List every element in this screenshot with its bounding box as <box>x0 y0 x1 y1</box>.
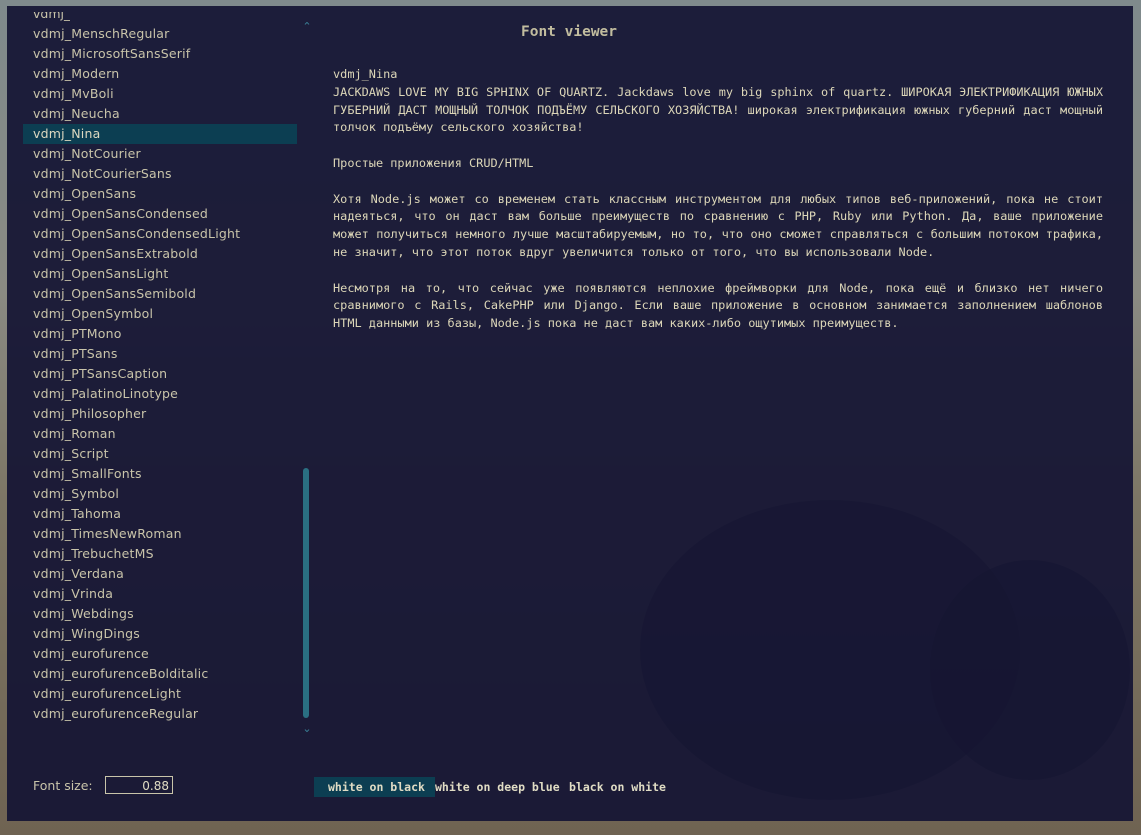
font-list-item[interactable]: vdmj_OpenSans <box>23 184 297 204</box>
font-list-item[interactable]: vdmj_TrebuchetMS <box>23 544 297 564</box>
font-list-item[interactable]: vdmj_PTSans <box>23 344 297 364</box>
font-list-item[interactable]: vdmj_PalatinoLinotype <box>23 384 297 404</box>
font-list-item[interactable]: vdmj_WingDings <box>23 624 297 644</box>
font-list-item[interactable]: vdmj_SmallFonts <box>23 464 297 484</box>
font-list-item[interactable]: vdmj_NotCourierSans <box>23 164 297 184</box>
preview-paragraph-1: Хотя Node.js может со временем стать кла… <box>333 191 1103 259</box>
font-list-item[interactable]: vdmj_eurofurenceBolditalic <box>23 664 297 684</box>
font-size-label: Font size: <box>33 778 93 793</box>
chevron-down-icon[interactable]: ⌄ <box>300 722 314 736</box>
font-list-item[interactable]: vdmj_Tahoma <box>23 504 297 524</box>
font-list-item[interactable]: vdmj_Roman <box>23 424 297 444</box>
font-list-item[interactable]: vdmj_OpenSansCondensedLight <box>23 224 297 244</box>
preview-pangram: JACKDAWS LOVE MY BIG SPHINX OF QUARTZ. J… <box>333 84 1103 135</box>
theme-white-on-black-button[interactable]: white on black <box>314 777 435 797</box>
theme-white-on-deep-blue-button[interactable]: white on deep blue <box>429 777 566 797</box>
font-list-item[interactable]: vdmj_OpenSansLight <box>23 264 297 284</box>
font-list-item[interactable]: vdmj_OpenSansSemibold <box>23 284 297 304</box>
font-list-item[interactable]: vdmj_TimesNewRoman <box>23 524 297 544</box>
page-title: Font viewer <box>520 24 618 40</box>
font-list-item[interactable]: vdmj_Symbol <box>23 484 297 504</box>
font-list-item[interactable]: vdmj_NotCourier <box>23 144 297 164</box>
font-list-item[interactable]: vdmj_Neucha <box>23 104 297 124</box>
preview-paragraph-2: Несмотря на то, что сейчас уже появляютс… <box>333 280 1103 331</box>
preview-heading: Простые приложения CRUD/HTML <box>333 155 534 170</box>
font-list-item[interactable]: vdmj_OpenSansExtrabold <box>23 244 297 264</box>
font-list[interactable]: vdmj_MenschRegular vdmj_MicrosoftSansSeri… <box>23 24 297 736</box>
font-list-item[interactable]: vdmj_Verdana <box>23 564 297 584</box>
font-list-item[interactable]: vdmj_eurofurence <box>23 644 297 664</box>
font-list-item[interactable]: vdmj_PTMono <box>23 324 297 344</box>
font-list-item[interactable]: vdmj_OpenSansCondensed <box>23 204 297 224</box>
theme-black-on-white-button[interactable]: black on white <box>563 777 672 797</box>
font-list-item[interactable]: vdmj_Webdings <box>23 604 297 624</box>
font-list-item[interactable]: vdmj_OpenSymbol <box>23 304 297 324</box>
preview-font-name: vdmj_Nina <box>333 67 398 81</box>
font-list-item[interactable]: vdmj_PTSansCaption <box>23 364 297 384</box>
font-list-item[interactable]: vdmj_Philosopher <box>23 404 297 424</box>
font-list-item[interactable]: vdmj_eurofurenceRegular <box>23 704 297 724</box>
font-viewer-panel: vdmj_ vdmj_MenschRegular vdmj_MicrosoftSa… <box>7 6 1133 821</box>
font-list-item[interactable]: vdmj_Nina <box>23 124 297 144</box>
font-preview-text: vdmj_Nina JACKDAWS LOVE MY BIG SPHINX OF… <box>333 66 1103 351</box>
font-list-item[interactable]: vdmj_eurofurenceLight <box>23 684 297 704</box>
font-list-item[interactable]: vdmj_MicrosoftSansSerif <box>23 44 297 64</box>
font-list-item[interactable]: vdmj_Modern <box>23 64 297 84</box>
scrollbar-thumb[interactable] <box>303 468 309 718</box>
font-list-partial-item: vdmj_ <box>33 12 71 21</box>
font-list-item[interactable]: vdmj_MvBoli <box>23 84 297 104</box>
font-list-item[interactable]: vdmj_Script <box>23 444 297 464</box>
font-list-item[interactable]: vdmj_Vrinda <box>23 584 297 604</box>
font-size-input[interactable]: 0.88 <box>105 776 173 794</box>
chevron-up-icon[interactable]: ⌃ <box>300 20 314 34</box>
font-list-item[interactable]: vdmj_MenschRegular <box>23 24 297 44</box>
